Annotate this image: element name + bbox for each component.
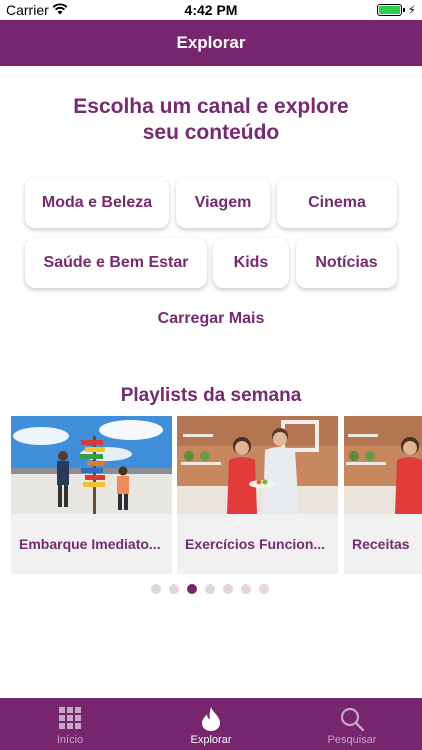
page-dot[interactable] xyxy=(241,584,251,594)
tab-label: Explorar xyxy=(190,734,232,746)
channel-noticias-button[interactable]: Notícias xyxy=(296,238,397,288)
clock: 4:42 PM xyxy=(184,2,238,18)
tab-pesquisar[interactable]: Pesquisar xyxy=(282,698,422,750)
playlist-card-title: Embarque Imediato... xyxy=(19,536,161,552)
battery-icon xyxy=(377,4,402,16)
battery-tip xyxy=(403,8,405,12)
page-dot[interactable] xyxy=(259,584,269,594)
tab-inicio[interactable]: Início xyxy=(0,698,140,750)
page-indicator xyxy=(0,584,422,594)
playlist-thumbnail-fitness xyxy=(177,416,338,514)
page-dot[interactable] xyxy=(151,584,161,594)
nav-bar: Explorar xyxy=(0,20,422,66)
playlists-title: Playlists da semana xyxy=(120,385,302,406)
playlist-thumbnail-travel xyxy=(11,416,172,514)
channel-cinema-button[interactable]: Cinema xyxy=(277,178,397,228)
charging-icon: ⚡ xyxy=(407,3,416,17)
flame-icon xyxy=(202,707,220,731)
playlist-card[interactable]: Receitas xyxy=(344,416,422,574)
playlist-card[interactable]: Embarque Imediato... xyxy=(11,416,172,574)
playlist-card-title: Receitas xyxy=(352,536,410,552)
playlist-card-title: Exercícios Funcion... xyxy=(185,536,326,552)
page-title: Explorar xyxy=(176,33,246,52)
page-dot[interactable] xyxy=(169,584,179,594)
playlist-thumbnail-recipes xyxy=(344,416,422,514)
channel-kids-button[interactable]: Kids xyxy=(213,238,289,288)
heading-line-1: Escolha um canal e explore xyxy=(73,95,349,118)
page-dot[interactable] xyxy=(223,584,233,594)
tab-bar: Início Explorar Pesquisar xyxy=(0,698,422,750)
explore-heading: Escolha um canal e explore seu conteúdo xyxy=(0,94,422,146)
channel-moda-beleza-button[interactable]: Moda e Beleza xyxy=(25,178,169,228)
tab-explorar[interactable]: Explorar xyxy=(141,698,281,750)
grid-icon xyxy=(59,707,81,729)
tab-label: Início xyxy=(56,734,84,746)
playlist-card[interactable]: Exercícios Funcion... xyxy=(177,416,338,574)
page-dot-active[interactable] xyxy=(187,584,197,594)
heading-line-2: seu conteúdo xyxy=(142,121,280,144)
load-more-button[interactable]: Carregar Mais xyxy=(0,310,422,328)
tab-label: Pesquisar xyxy=(327,734,377,746)
channel-saude-bem-estar-button[interactable]: Saúde e Bem Estar xyxy=(25,238,207,288)
channel-viagem-button[interactable]: Viagem xyxy=(176,178,270,228)
search-icon xyxy=(340,707,364,731)
page-dot[interactable] xyxy=(205,584,215,594)
status-bar: Carrier 4:42 PM ⚡ xyxy=(0,0,422,20)
